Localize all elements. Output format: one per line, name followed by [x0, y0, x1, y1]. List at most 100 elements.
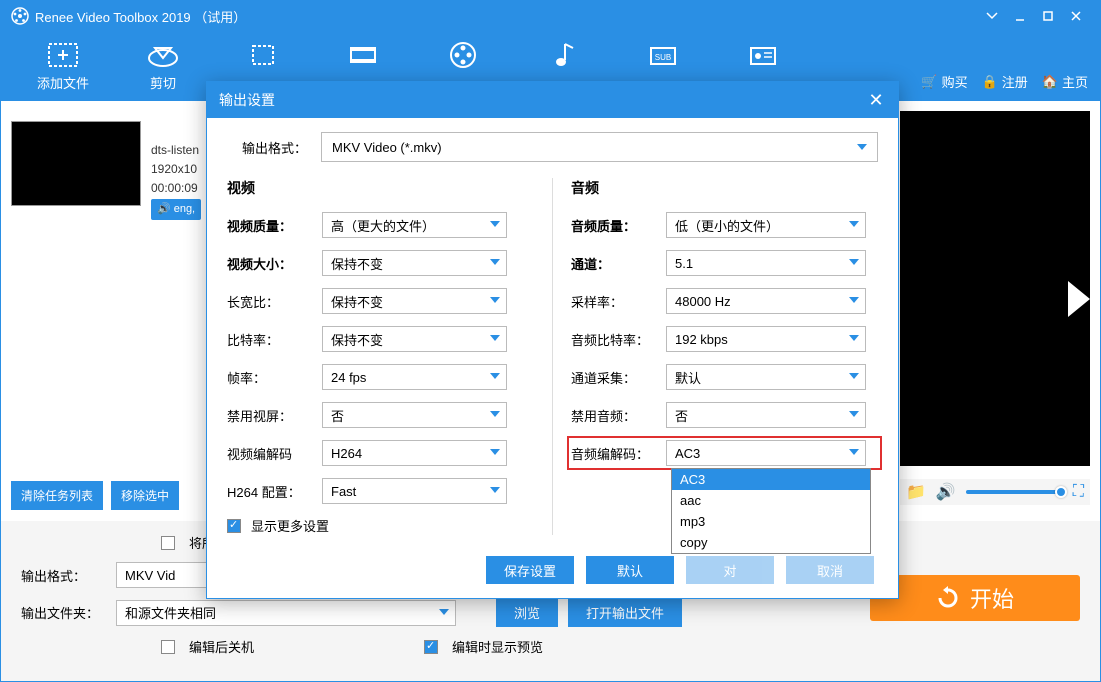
preview-label: 编辑时显示预览 — [452, 637, 543, 656]
audio-disable-select[interactable]: 否 — [666, 402, 866, 428]
dialog-title-bar: 输出设置 ✕ — [207, 82, 898, 118]
chevron-down-icon — [849, 373, 859, 379]
cut-icon — [113, 37, 213, 73]
close-icon[interactable] — [1062, 2, 1090, 30]
preview-checkbox[interactable] — [424, 640, 438, 654]
codec-option-aac[interactable]: aac — [672, 490, 870, 511]
home-link[interactable]: 🏠主页 — [1042, 72, 1088, 91]
move-all-checkbox[interactable] — [161, 536, 175, 550]
watermark-button[interactable] — [713, 37, 813, 73]
chevron-down-icon — [849, 221, 859, 227]
video-quality-select[interactable]: 高（更大的文件） — [322, 212, 507, 238]
show-more-checkbox[interactable] — [227, 519, 241, 533]
crop-icon — [213, 37, 313, 73]
reel-icon — [413, 37, 513, 73]
volume-slider[interactable] — [966, 490, 1063, 494]
audio-quality-select[interactable]: 低（更小的文件） — [666, 212, 866, 238]
folder-icon[interactable]: 📁 — [906, 482, 926, 502]
audio-column: 音频 音频质量：低（更小的文件） 通道：5.1 采样率：48000 Hz 音频比… — [571, 178, 878, 535]
video-size-select[interactable]: 保持不变 — [322, 250, 507, 276]
file-item[interactable]: dts-listen 1920x10 00:00:09 🔊eng, — [11, 121, 196, 206]
add-file-label: 添加文件 — [37, 76, 89, 91]
h264-profile-label: H264 配置： — [227, 482, 322, 501]
toolbar-right-links: 🛒购买 🔒注册 🏠主页 — [921, 72, 1088, 91]
video-codec-label: 视频编解码 — [227, 444, 322, 463]
fullscreen-icon[interactable]: ⛶ — [1073, 483, 1084, 501]
audio-bitrate-select[interactable]: 192 kbps — [666, 326, 866, 352]
audio-section-title: 音频 — [571, 178, 878, 198]
chevron-down-icon — [439, 609, 449, 615]
video-size-label: 视频大小： — [227, 254, 322, 273]
chevron-down-icon — [849, 297, 859, 303]
dlg-output-format-select[interactable]: MKV Video (*.mkv) — [321, 132, 878, 162]
chevron-down-icon — [490, 411, 500, 417]
audio-codec-select[interactable]: AC3 — [666, 440, 866, 466]
video-section-title: 视频 — [227, 178, 534, 198]
default-button[interactable]: 默认 — [586, 556, 674, 584]
cut-label: 剪切 — [150, 76, 176, 91]
file-thumbnail — [11, 121, 141, 206]
id-icon — [713, 37, 813, 73]
clear-list-button[interactable]: 清除任务列表 — [11, 481, 103, 510]
apply-button[interactable]: 对 — [686, 556, 774, 584]
video-column: 视频 视频质量：高（更大的文件） 视频大小：保持不变 长宽比：保持不变 比特率：… — [227, 178, 534, 535]
audio-samplerate-select[interactable]: 48000 Hz — [666, 288, 866, 314]
start-button[interactable]: 开始 — [870, 575, 1080, 621]
open-output-button[interactable]: 打开输出文件 — [568, 598, 682, 627]
dlg-output-format-label: 输出格式： — [227, 138, 307, 157]
audio-capture-select[interactable]: 默认 — [666, 364, 866, 390]
chevron-down-icon — [490, 221, 500, 227]
minimize-icon[interactable] — [1006, 2, 1034, 30]
output-folder-label: 输出文件夹： — [21, 603, 106, 622]
cut-button[interactable]: 剪切 — [113, 37, 213, 92]
video-tool-button[interactable] — [413, 37, 513, 73]
subtitle-button[interactable]: SUB — [613, 37, 713, 73]
crop-button[interactable] — [213, 37, 313, 73]
register-link[interactable]: 🔒注册 — [982, 72, 1028, 91]
effects-button[interactable] — [313, 37, 413, 73]
video-aspect-label: 长宽比： — [227, 292, 322, 311]
audio-channels-label: 通道： — [571, 254, 666, 273]
video-fps-label: 帧率： — [227, 368, 322, 387]
cancel-button[interactable]: 取消 — [786, 556, 874, 584]
speaker-icon: 🔊 — [157, 201, 171, 219]
buy-link[interactable]: 🛒购买 — [921, 72, 967, 91]
codec-option-mp3[interactable]: mp3 — [672, 511, 870, 532]
add-file-button[interactable]: 添加文件 — [13, 37, 113, 92]
video-bitrate-label: 比特率： — [227, 330, 322, 349]
home-icon: 🏠 — [1042, 74, 1058, 90]
shutdown-checkbox[interactable] — [161, 640, 175, 654]
video-disable-select[interactable]: 否 — [322, 402, 507, 428]
dialog-close-icon[interactable]: ✕ — [866, 90, 886, 111]
audio-badge[interactable]: 🔊eng, — [151, 199, 201, 221]
chevron-down-icon — [857, 144, 867, 150]
audio-codec-dropdown: AC3 aac mp3 copy — [671, 468, 871, 554]
video-bitrate-select[interactable]: 保持不变 — [322, 326, 507, 352]
volume-icon[interactable]: 🔊 — [936, 482, 956, 502]
output-folder-select[interactable]: 和源文件夹相同 — [116, 600, 456, 626]
save-settings-button[interactable]: 保存设置 — [486, 556, 574, 584]
remove-selected-button[interactable]: 移除选中 — [111, 481, 179, 510]
browse-button[interactable]: 浏览 — [496, 598, 558, 627]
chevron-down-icon — [490, 373, 500, 379]
music-button[interactable] — [513, 37, 613, 73]
audio-channels-select[interactable]: 5.1 — [666, 250, 866, 276]
video-codec-select[interactable]: H264 — [322, 440, 507, 466]
dropdown-icon[interactable] — [978, 2, 1006, 30]
shutdown-label: 编辑后关机 — [189, 637, 254, 656]
audio-codec-highlight: 音频编解码： AC3 AC3 aac mp3 copy — [567, 436, 882, 470]
video-fps-select[interactable]: 24 fps — [322, 364, 507, 390]
video-aspect-select[interactable]: 保持不变 — [322, 288, 507, 314]
file-info: dts-listen 1920x10 00:00:09 🔊eng, — [151, 141, 201, 220]
audio-capture-label: 通道采集： — [571, 368, 666, 387]
play-icon[interactable] — [1068, 281, 1090, 317]
chevron-down-icon — [849, 411, 859, 417]
video-preview — [900, 111, 1090, 466]
chevron-down-icon — [490, 259, 500, 265]
subtitle-icon: SUB — [613, 37, 713, 73]
codec-option-ac3[interactable]: AC3 — [672, 469, 870, 490]
maximize-icon[interactable] — [1034, 2, 1062, 30]
h264-profile-select[interactable]: Fast — [322, 478, 507, 504]
codec-option-copy[interactable]: copy — [672, 532, 870, 553]
show-more-label: 显示更多设置 — [251, 516, 329, 535]
